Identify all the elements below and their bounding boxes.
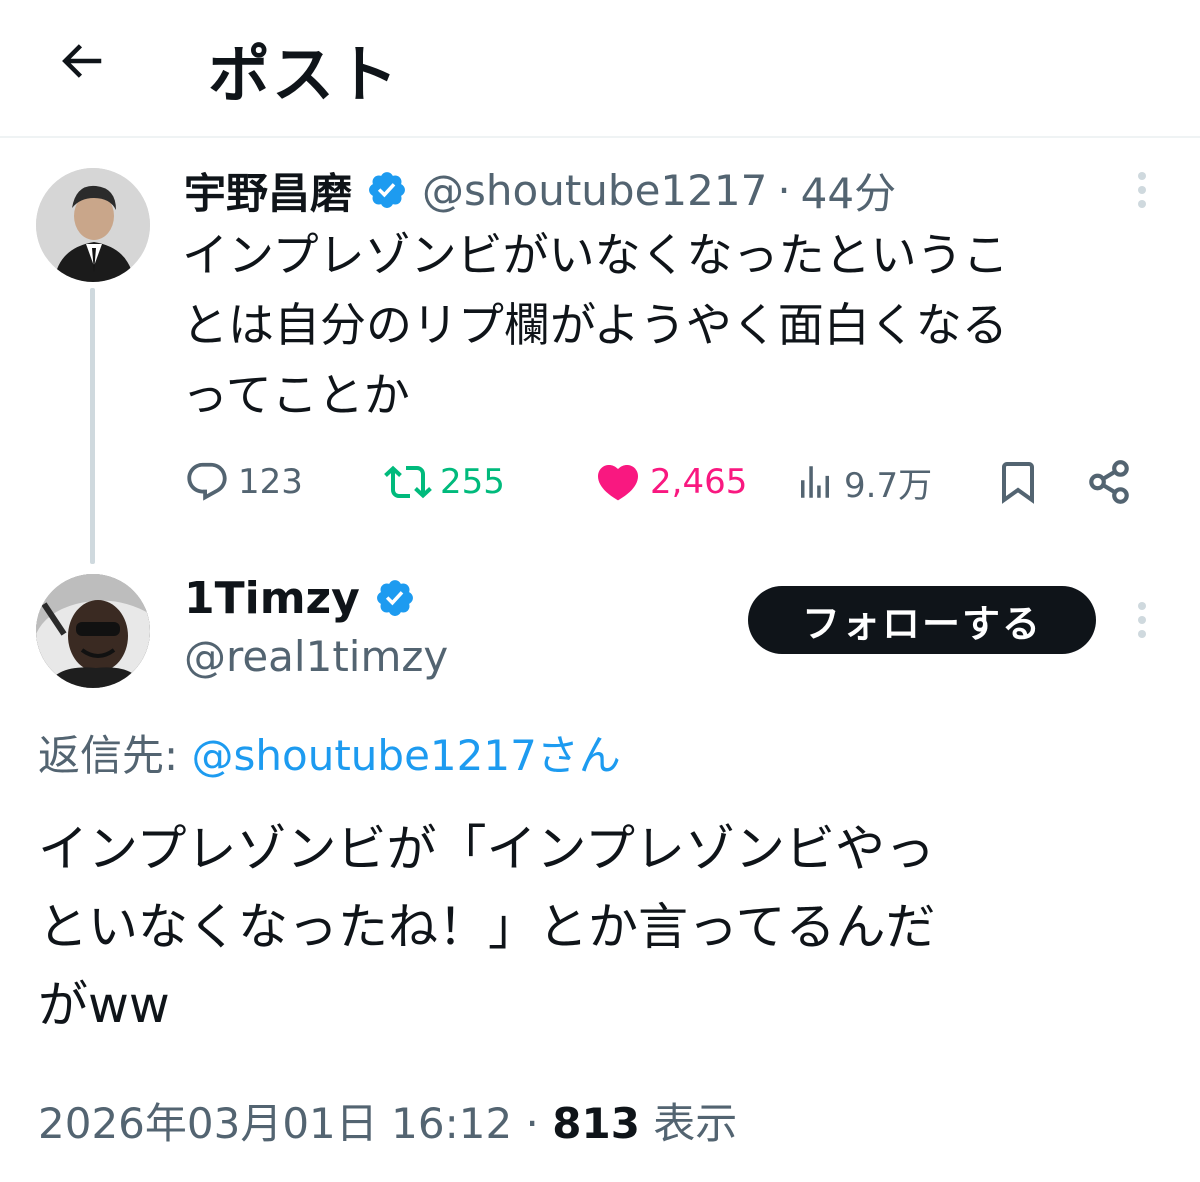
- reply-icon: [187, 462, 227, 501]
- page-title: ポスト: [208, 38, 401, 111]
- like-button[interactable]: 2,465: [594, 452, 747, 512]
- replying-to-mention[interactable]: @shoutube1217さん: [192, 731, 621, 780]
- post-author-row: 宇野昌磨 @shoutube1217 · 44分: [184, 160, 896, 220]
- verified-badge-icon: [376, 580, 413, 616]
- repost-icon: [384, 465, 432, 499]
- author-name[interactable]: 1Timzy: [184, 573, 360, 624]
- replying-to-label: 返信先:: [38, 731, 179, 780]
- view-count: 813: [552, 1099, 640, 1148]
- share-icon: [1089, 460, 1129, 504]
- author-handle[interactable]: @shoutube1217: [422, 166, 767, 215]
- reply-text-line: インプレゾンビが「インプレゾンビやっ: [38, 820, 935, 878]
- view-count: 9.7万: [844, 465, 933, 506]
- follow-button[interactable]: フォローする: [748, 586, 1096, 654]
- like-count: 2,465: [650, 462, 748, 502]
- replying-to: 返信先: @shoutube1217さん: [38, 722, 621, 783]
- post-text-line: ってことか: [182, 368, 410, 422]
- post-text-line: とは自分のリプ欄がようやく面白くなる: [182, 298, 1008, 352]
- heart-icon: [597, 465, 639, 501]
- bookmark-button[interactable]: [994, 452, 1042, 512]
- post-text: インプレゾンビがいなくなったというこ とは自分のリプ欄がようやく面白くなる って…: [182, 220, 1142, 430]
- reply-author-row: 1Timzy: [184, 568, 416, 628]
- repost-button[interactable]: 255: [384, 452, 505, 512]
- post-time[interactable]: 44分: [801, 160, 896, 221]
- post-action-bar: 123 255 2,465 9.7万: [184, 452, 1144, 512]
- bookmark-icon: [1002, 462, 1034, 504]
- analytics-bar-icon: [801, 466, 829, 498]
- post-metadata: 2026年03月01日 16:12 · 813 表示: [38, 1090, 737, 1151]
- author-name[interactable]: 宇野昌磨: [184, 160, 352, 221]
- reply-text-line: といなくなったね！」とか言ってるんだ: [38, 898, 936, 956]
- separator-dot: ·: [777, 165, 791, 215]
- top-bar: ポスト: [0, 0, 1200, 138]
- avatar[interactable]: [36, 574, 150, 688]
- reply-button[interactable]: 123: [184, 452, 303, 512]
- views-button[interactable]: 9.7万: [794, 452, 932, 512]
- thread-connector-line: [90, 288, 95, 564]
- post-text-line: インプレゾンビがいなくなったというこ: [182, 228, 1009, 282]
- more-options-icon[interactable]: [1120, 168, 1164, 212]
- repost-count: 255: [440, 462, 505, 502]
- author-handle[interactable]: @real1timzy: [184, 632, 448, 681]
- reply-text: インプレゾンビが「インプレゾンビやっ といなくなったね！」とか言ってるんだ がw…: [38, 810, 1178, 1044]
- reply-count: 123: [238, 462, 303, 502]
- more-options-icon[interactable]: [1120, 598, 1164, 642]
- avatar[interactable]: [36, 168, 150, 282]
- reply-text-line: がww: [38, 976, 170, 1034]
- back-arrow-icon[interactable]: [50, 30, 112, 92]
- view-label: 表示: [653, 1099, 738, 1148]
- separator-dot: ·: [525, 1099, 539, 1148]
- verified-badge-icon: [369, 172, 405, 208]
- share-button[interactable]: [1084, 452, 1134, 512]
- post-detail-page: ポスト 宇野昌磨 @shoutube1217 · 44分 インプレゾンビがいなく…: [0, 0, 1200, 1182]
- post-date[interactable]: 2026年03月01日 16:12: [38, 1099, 512, 1148]
